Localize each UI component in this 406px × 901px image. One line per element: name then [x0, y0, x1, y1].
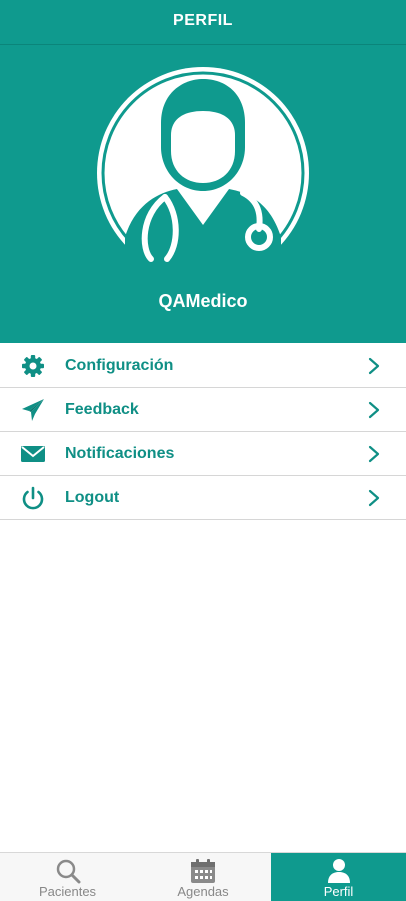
gear-icon [22, 355, 44, 377]
power-icon [22, 486, 44, 510]
chevron-right-icon [368, 401, 380, 419]
menu-item-label: Logout [65, 489, 120, 506]
tab-label: Agendas [177, 884, 229, 899]
paper-plane-icon [22, 399, 44, 421]
chevron-right-icon [368, 489, 380, 507]
tab-perfil[interactable]: Perfil [271, 853, 406, 901]
menu-item-logout[interactable]: Logout [0, 476, 406, 520]
envelope-icon [21, 446, 45, 462]
profile-menu: Configuración Feedback Notificaciones Lo… [0, 344, 406, 520]
menu-item-configuracion[interactable]: Configuración [0, 344, 406, 388]
profile-banner: QAMedico [0, 45, 406, 343]
search-icon [56, 859, 80, 884]
menu-item-notificaciones[interactable]: Notificaciones [0, 432, 406, 476]
tab-label: Perfil [323, 884, 354, 899]
calendar-icon [191, 859, 215, 883]
tab-pacientes[interactable]: Pacientes [0, 853, 135, 901]
chevron-right-icon [368, 357, 380, 375]
bottom-tab-bar: Pacientes Agendas Perfil [0, 852, 406, 901]
menu-item-label: Configuración [65, 357, 174, 374]
menu-item-feedback[interactable]: Feedback [0, 388, 406, 432]
doctor-avatar-icon [97, 67, 309, 281]
tab-label: Pacientes [38, 884, 97, 899]
page-title: PERFIL [173, 12, 233, 29]
top-header: PERFIL [0, 0, 406, 45]
chevron-right-icon [368, 445, 380, 463]
profile-username: QAMedico [158, 291, 248, 311]
user-icon [327, 859, 350, 883]
tab-agendas[interactable]: Agendas [135, 853, 271, 901]
menu-item-label: Feedback [65, 401, 139, 418]
menu-item-label: Notificaciones [65, 445, 175, 462]
